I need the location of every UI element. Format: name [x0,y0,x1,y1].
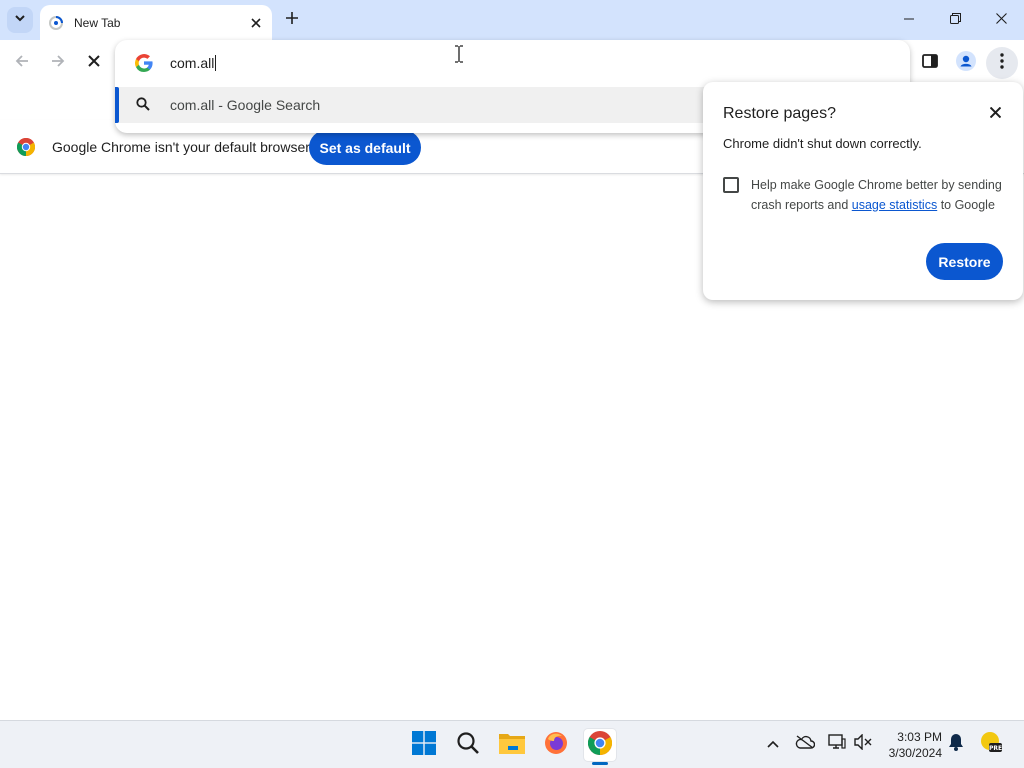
notifications-button[interactable] [945,733,967,755]
side-panel-icon [922,53,938,74]
onedrive-tray-button[interactable] [794,733,816,755]
restore-dialog-title: Restore pages? [723,105,836,122]
crash-report-text-end: to Google [937,198,995,212]
tab-search-button[interactable] [7,7,33,33]
file-explorer-button[interactable] [496,729,528,761]
profile-button[interactable] [954,50,978,76]
more-vertical-icon [1000,52,1004,74]
search-icon [136,97,152,113]
avatar [956,50,976,76]
forward-button[interactable] [46,51,70,75]
stop-loading-button[interactable] [82,51,106,75]
text-caret [215,55,217,71]
tab-title: New Tab [74,15,121,30]
volume-tray-button[interactable] [852,732,874,755]
usage-statistics-link[interactable]: usage statistics [852,198,937,212]
arrow-right-icon [50,53,66,74]
tab-close-icon[interactable] [246,13,266,33]
chevron-up-icon [767,735,779,753]
close-icon [995,11,1007,29]
close-icon[interactable] [985,102,1005,122]
restore-dialog-message: Chrome didn't shut down correctly. [723,136,922,151]
text-cursor-icon [454,45,464,63]
suggestion-text: com.all - Google Search [170,97,321,113]
close-window-button[interactable] [978,0,1024,40]
new-tab-button[interactable] [280,8,304,32]
omnibox-value: com.all [170,55,215,71]
restore-window-icon [949,11,961,29]
copilot-preview-button[interactable]: PRE [980,731,1002,758]
chrome-menu-button[interactable] [986,47,1018,79]
google-g-icon [135,54,153,72]
show-hidden-icons-button[interactable] [762,733,784,755]
file-explorer-icon [499,732,525,759]
svg-text:PRE: PRE [989,745,1002,752]
cloud-offline-icon [795,734,816,754]
copilot-preview-icon: PRE [980,731,1002,758]
active-app-indicator [592,762,608,765]
chrome-icon [587,730,613,760]
side-panel-button[interactable] [918,51,942,75]
chevron-down-icon [14,11,26,29]
chrome-logo-icon [16,137,36,156]
taskbar-date[interactable]: 3/30/2024 [884,746,942,760]
plus-icon [286,11,298,29]
taskbar-time[interactable]: 3:03 PM [884,730,942,744]
close-icon [88,54,100,72]
set-as-default-button[interactable]: Set as default [309,130,421,165]
windows-start-button[interactable] [408,729,440,761]
tab-new-tab[interactable]: New Tab [40,5,272,40]
suggestion-selected-indicator [115,87,119,123]
loading-spinner-icon [48,15,64,31]
arrow-left-icon [14,53,30,74]
restore-window-button[interactable] [932,0,978,40]
chrome-taskbar-button[interactable] [584,729,616,761]
back-button[interactable] [10,51,34,75]
title-bar: New Tab [0,0,1024,40]
windows-start-icon [412,730,436,760]
network-tray-button[interactable] [826,733,848,755]
search-icon [456,731,480,760]
crash-report-label: Help make Google Chrome better by sendin… [751,175,1007,215]
restore-pages-dialog: Restore pages? Chrome didn't shut down c… [703,82,1023,300]
taskbar: 3:03 PM 3/30/2024 PRE [0,720,1024,768]
omnibox-input[interactable]: com.all [170,55,217,71]
bell-icon [948,733,964,756]
restore-button[interactable]: Restore [926,243,1003,280]
firefox-button[interactable] [540,729,572,761]
minimize-icon [904,11,914,29]
minimize-button[interactable] [886,0,932,40]
network-icon [828,733,846,755]
taskbar-search-button[interactable] [452,729,484,761]
volume-muted-icon [854,732,872,755]
infobar-message: Google Chrome isn't your default browser [52,139,310,155]
crash-report-checkbox[interactable] [723,177,739,193]
firefox-icon [544,731,568,760]
